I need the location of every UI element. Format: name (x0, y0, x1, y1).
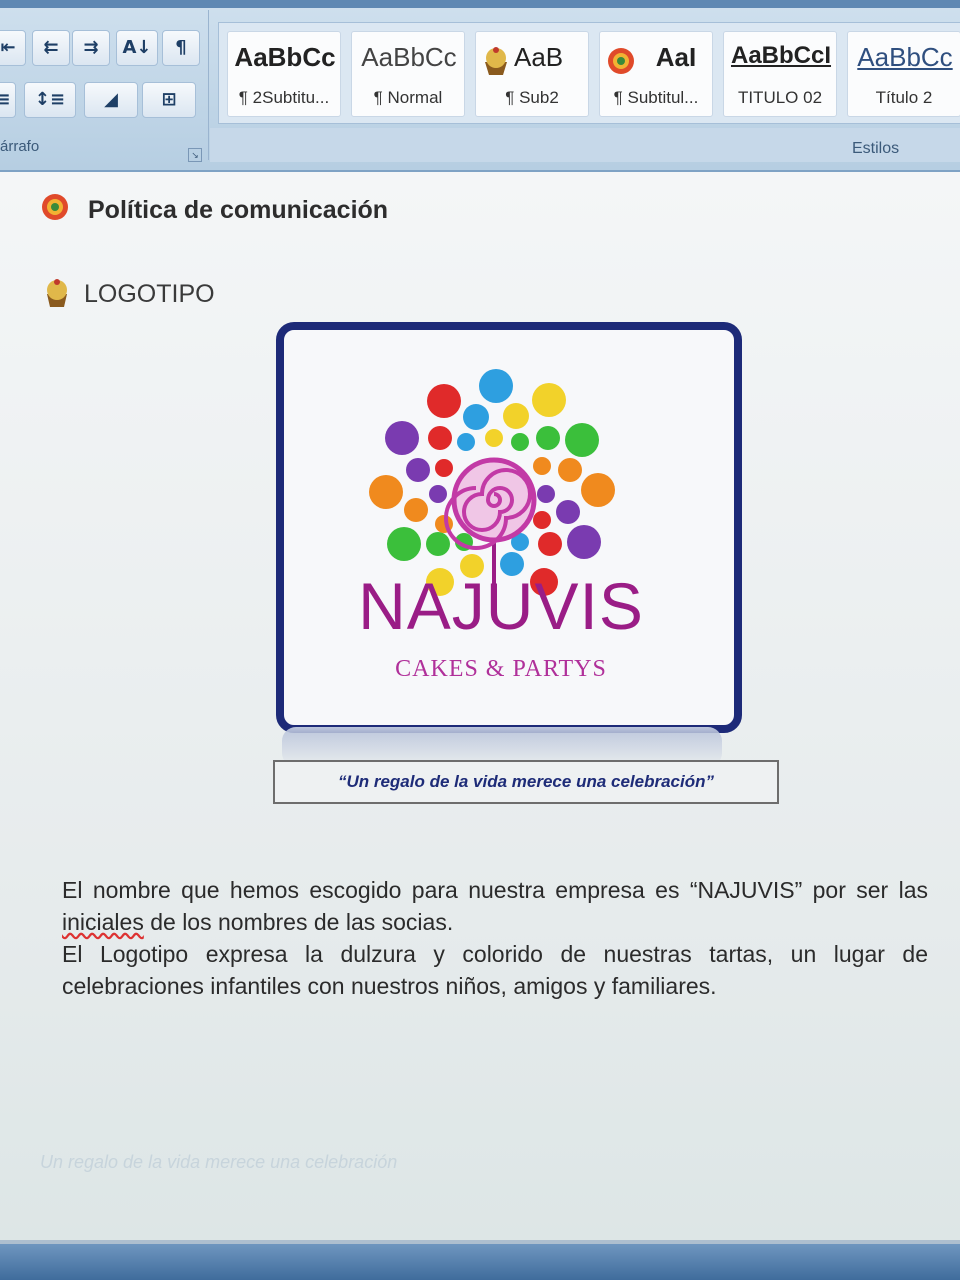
paragraph-1: El nombre que hemos escogido para nuestr… (62, 874, 928, 938)
paragraph-2: El Logotipo expresa la dulzura y colorid… (62, 941, 928, 999)
style-name: ¶ Subtitul... (613, 88, 699, 107)
borders-icon[interactable]: ⊞ (142, 82, 196, 118)
logo-tagline-text: CAKES & PARTYS (395, 656, 607, 682)
lollipop-bullet-icon (42, 194, 68, 220)
sort-az-icon[interactable]: A↓ (116, 30, 158, 66)
style-titulo-2[interactable]: AaBbCc Título 2 (847, 31, 960, 117)
style-2subtitulo[interactable]: AaBbCc ¶ 2Subtitu... (227, 31, 341, 117)
style-name: ¶ Normal (373, 88, 443, 107)
lollipop-icon (608, 48, 634, 74)
section-heading: Política de comunicación (88, 196, 389, 224)
style-normal[interactable]: AaBbCc ¶ Normal (351, 31, 465, 117)
style-name: Título 2 (875, 88, 933, 107)
style-sample: AaI (655, 42, 697, 72)
shading-icon[interactable]: ◢ (84, 82, 138, 118)
style-sample: AaBbCc (234, 42, 336, 72)
justify-icon[interactable]: ≡ (0, 82, 16, 118)
style-sample: AaBbCc (361, 42, 457, 72)
ribbon: ⇤ ⇇ ⇉ A↓ ¶ ≡ ↕≡ ◢ ⊞ árrafo ↘ AaBbCc ¶ 2S… (0, 0, 960, 172)
paragraph-group: ⇤ ⇇ ⇉ A↓ ¶ ≡ ↕≡ ◢ ⊞ árrafo ↘ (0, 10, 209, 162)
indent-left-icon[interactable]: ⇤ (0, 30, 26, 66)
ribbon-top-border (0, 0, 960, 8)
decrease-indent-icon[interactable]: ⇇ (32, 30, 70, 66)
style-name: ¶ 2Subtitu... (238, 88, 330, 107)
style-sample: AaB (514, 42, 564, 72)
logo-brand-text: NAJUVIS (358, 569, 644, 643)
misspelled-word[interactable]: iniciales (62, 909, 144, 935)
ghost-footer-text: Un regalo de la vida merece una celebrac… (40, 1152, 398, 1172)
style-name: ¶ Sub2 (505, 88, 559, 107)
pilcrow-icon[interactable]: ¶ (162, 30, 200, 66)
increase-indent-icon[interactable]: ⇉ (72, 30, 110, 66)
style-subtitulo[interactable]: AaI ¶ Subtitul... (599, 31, 713, 117)
styles-gallery: AaBbCc ¶ 2Subtitu... AaBbCc ¶ Normal AaB… (218, 22, 960, 124)
styles-group-footer (210, 128, 960, 162)
cupcake-bullet-icon (47, 279, 67, 307)
tagline-textbox[interactable]: “Un regalo de la vida merece una celebra… (273, 760, 779, 804)
line-spacing-icon[interactable]: ↕≡ (24, 82, 76, 118)
style-titulo-02[interactable]: AaBbCcI TITULO 02 (723, 31, 837, 117)
style-name: TITULO 02 (737, 88, 823, 107)
document-page[interactable]: Política de comunicación LOGOTIPO NAJUVI… (0, 172, 960, 1240)
style-sample: AaBbCcI (730, 42, 832, 69)
style-sample: AaBbCc (857, 42, 953, 72)
subheading: LOGOTIPO (84, 280, 215, 308)
paragraph-1-text-a: El nombre que hemos escogido para nuestr… (62, 877, 928, 903)
style-sub2[interactable]: AaB ¶ Sub2 (475, 31, 589, 117)
status-bar (0, 1244, 960, 1280)
cupcake-icon (485, 47, 507, 75)
logo-image[interactable]: NAJUVIS CAKES & PARTYS (276, 322, 742, 733)
paragraph-1-text-b: de los nombres de las socias. (143, 909, 454, 935)
paragraph-group-label: árrafo (0, 138, 40, 155)
paragraph-dialog-launcher-icon[interactable]: ↘ (188, 148, 202, 162)
styles-group-label: Estilos (852, 140, 900, 157)
